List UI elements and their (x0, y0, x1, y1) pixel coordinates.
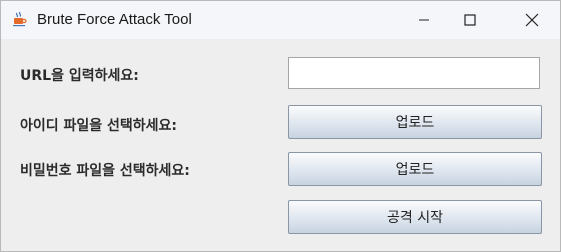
start-attack-button[interactable]: 공격 시작 (288, 200, 542, 234)
minimize-button[interactable] (401, 1, 447, 39)
id-upload-button-label: 업로드 (395, 115, 435, 131)
close-icon (525, 13, 539, 27)
url-label: URL을 입력하세요: (20, 68, 139, 84)
id-upload-button[interactable]: 업로드 (288, 105, 542, 139)
start-attack-button-label: 공격 시작 (387, 210, 443, 226)
close-button[interactable] (509, 1, 555, 39)
id-file-label: 아이디 파일을 선택하세요: (20, 118, 178, 134)
password-file-label: 비밀번호 파일을 선택하세요: (20, 163, 190, 179)
java-icon (11, 11, 27, 27)
maximize-icon (464, 14, 476, 26)
minimize-icon (419, 19, 429, 21)
maximize-button[interactable] (447, 1, 493, 39)
title-bar[interactable]: Brute Force Attack Tool (1, 1, 560, 39)
app-window: Brute Force Attack Tool URL을 입력하세요: 아이디 … (0, 0, 561, 252)
window-title: Brute Force Attack Tool (37, 11, 192, 28)
password-upload-button-label: 업로드 (395, 162, 435, 178)
url-input[interactable] (288, 57, 540, 89)
password-upload-button[interactable]: 업로드 (288, 152, 542, 186)
